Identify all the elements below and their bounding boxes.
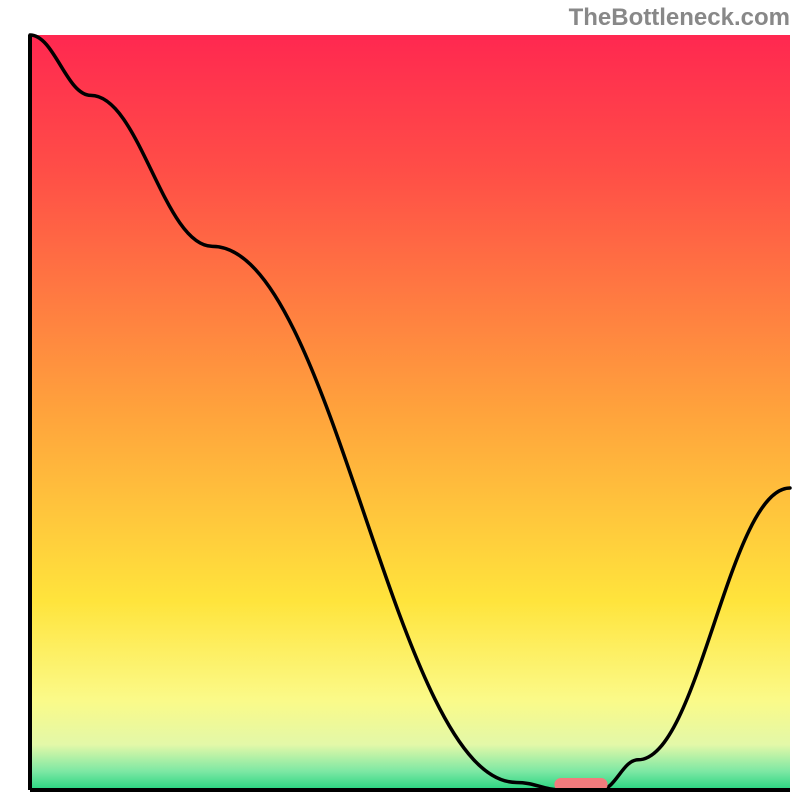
bottleneck-chart bbox=[0, 0, 800, 800]
chart-container: TheBottleneck.com bbox=[0, 0, 800, 800]
watermark-text: TheBottleneck.com bbox=[569, 4, 790, 32]
gradient-background bbox=[30, 35, 790, 790]
